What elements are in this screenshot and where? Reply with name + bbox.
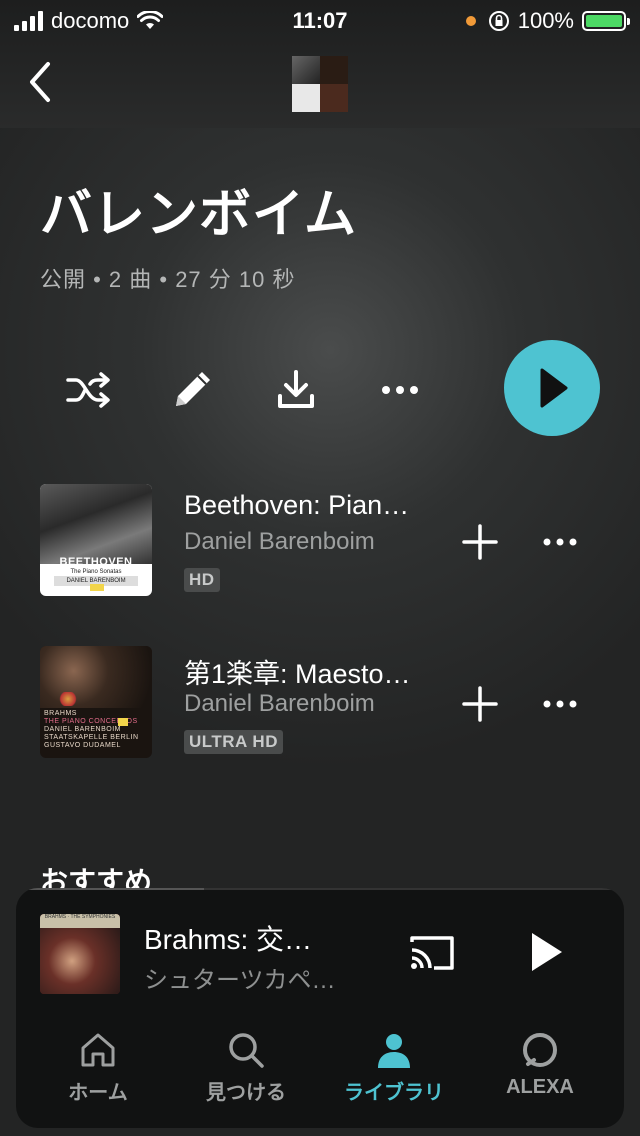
more-horizontal-icon (382, 386, 418, 394)
top-bar: docomo 11:07 100% (0, 0, 640, 128)
back-button[interactable] (24, 58, 58, 106)
now-playing-subtitle: シュターツカペ… (144, 967, 336, 994)
more-horizontal-icon (543, 700, 577, 708)
edit-button[interactable] (166, 368, 218, 412)
tab-label: ALEXA (506, 1076, 574, 1098)
track-title: 第1楽章: Maesto… (184, 659, 411, 689)
artwork-text: The Piano Sonatas (70, 569, 122, 575)
alexa-icon (523, 1033, 557, 1067)
tab-home[interactable]: ホーム (38, 1028, 158, 1105)
play-icon (540, 368, 568, 408)
battery-percent: 100% (517, 8, 574, 33)
track-artwork: BEETHOVEN The Piano Sonatas DANIEL BAREN… (40, 484, 152, 596)
artwork-text: GUSTAVO DUDAMEL (44, 742, 121, 749)
quality-badge: HD (184, 568, 220, 592)
mini-player[interactable]: BRAHMS · THE SYMPHONIES Brahms: 交… シュターツ… (16, 888, 624, 1128)
tab-library[interactable]: ライブラリ (334, 1028, 454, 1105)
track-more-button[interactable] (540, 530, 580, 554)
download-button[interactable] (270, 368, 322, 412)
more-options-button[interactable] (374, 368, 426, 412)
playback-progress (16, 888, 624, 890)
artwork-text: BEETHOVEN (59, 556, 133, 568)
tab-label: ライブラリ (344, 1082, 444, 1104)
track-row[interactable]: BEETHOVEN The Piano Sonatas DANIEL BAREN… (0, 484, 640, 604)
more-horizontal-icon (543, 538, 577, 546)
battery-icon (582, 11, 630, 31)
quality-badge: ULTRA HD (184, 730, 283, 754)
cast-icon (410, 936, 454, 970)
artwork-text: STAATSKAPELLE BERLIN (44, 734, 139, 741)
play-icon (532, 933, 562, 971)
add-to-library-button[interactable] (460, 684, 500, 724)
artwork-text: BRAHMS (44, 710, 77, 717)
status-bar: docomo 11:07 100% (0, 0, 640, 40)
cast-button[interactable] (408, 932, 456, 972)
shuffle-icon (66, 372, 110, 408)
track-row[interactable]: BRAHMS THE PIANO CONCERTOS DANIEL BARENB… (0, 646, 640, 766)
tab-find[interactable]: 見つける (186, 1028, 306, 1105)
artwork-text: BRAHMS · THE SYMPHONIES (40, 914, 120, 928)
artwork-text: DANIEL BARENBOIM (44, 726, 121, 733)
track-title: Beethoven: Pian… (184, 490, 410, 520)
add-to-library-button[interactable] (460, 522, 500, 562)
search-icon (229, 1033, 264, 1068)
playlist-meta: 公開 • 2 曲 • 27 分 10 秒 (40, 267, 296, 292)
pencil-icon (176, 372, 210, 406)
tab-label: 見つける (206, 1082, 286, 1104)
tab-bar: ホーム 見つける ライブラリ ALEXA (16, 1028, 624, 1128)
chevron-left-icon (30, 62, 50, 102)
plus-icon (462, 686, 498, 722)
action-row (0, 340, 640, 436)
plus-icon (462, 524, 498, 560)
library-person-icon (378, 1034, 410, 1068)
mic-indicator-icon (465, 16, 476, 26)
now-playing-title: Brahms: 交… (144, 924, 313, 955)
rotation-lock-icon (488, 11, 509, 31)
shuffle-button[interactable] (62, 368, 114, 412)
tab-label: ホーム (68, 1082, 128, 1104)
track-artwork: BRAHMS THE PIANO CONCERTOS DANIEL BARENB… (40, 646, 152, 758)
now-playing-artwork: BRAHMS · THE SYMPHONIES (40, 914, 120, 994)
track-artist: Daniel Barenboim (184, 690, 375, 717)
track-artist: Daniel Barenboim (184, 528, 375, 555)
download-icon (278, 370, 314, 408)
mini-play-button[interactable] (524, 930, 568, 974)
track-more-button[interactable] (540, 692, 580, 716)
playlist-artwork (292, 56, 348, 112)
play-button[interactable] (504, 340, 600, 436)
home-icon (81, 1033, 115, 1067)
tab-alexa[interactable]: ALEXA (480, 1028, 600, 1099)
playlist-title: バレンボイム (40, 186, 357, 244)
